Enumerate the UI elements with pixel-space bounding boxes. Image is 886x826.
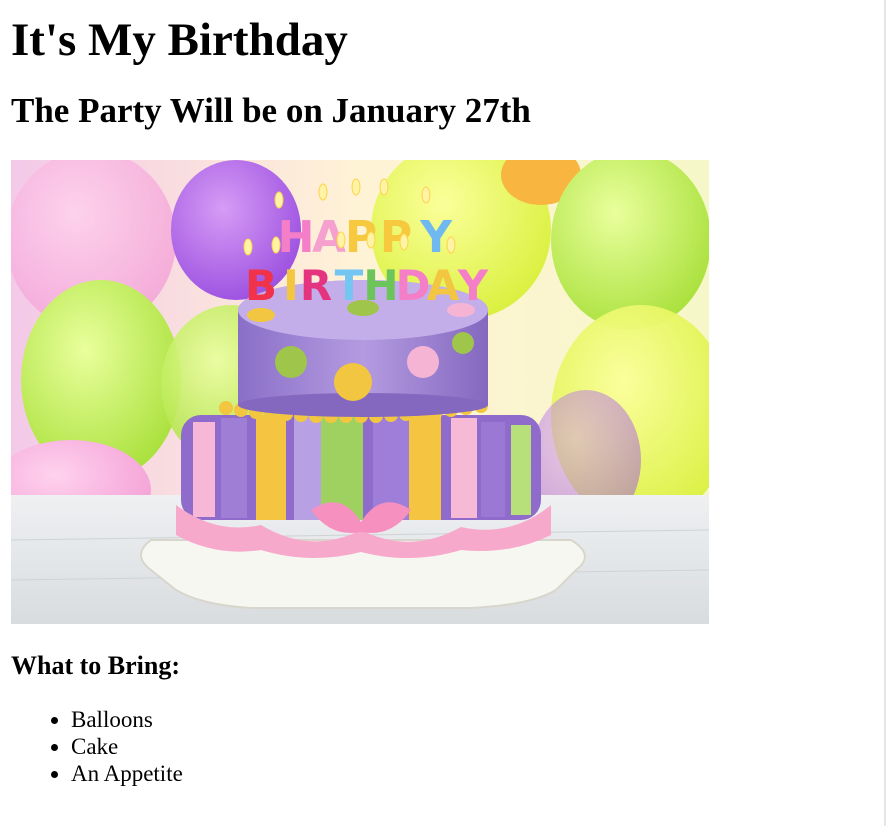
birthday-cake-image: H A P P Y B I R T H D A Y	[11, 160, 709, 624]
svg-text:T: T	[335, 261, 364, 310]
svg-text:H: H	[363, 261, 398, 310]
list-item: Cake	[71, 733, 871, 760]
svg-text:A: A	[427, 261, 460, 310]
what-to-bring-heading: What to Bring:	[11, 651, 180, 680]
party-date-heading: The Party Will be on January 27th	[11, 91, 531, 130]
svg-text:D: D	[396, 261, 431, 310]
bring-list: Balloons Cake An Appetite	[11, 706, 871, 787]
page-content: It's My Birthday The Party Will be on Ja…	[11, 0, 871, 787]
page-title: It's My Birthday	[11, 14, 348, 66]
svg-text:R: R	[300, 261, 332, 310]
svg-text:I: I	[283, 261, 299, 310]
svg-text:Y: Y	[457, 261, 489, 310]
svg-text:Y: Y	[419, 212, 453, 263]
list-item: Balloons	[71, 706, 871, 733]
list-item: An Appetite	[71, 760, 871, 787]
svg-text:B: B	[245, 261, 277, 310]
svg-text:H: H	[278, 212, 315, 263]
candles-happy: H A P P Y	[278, 212, 453, 263]
